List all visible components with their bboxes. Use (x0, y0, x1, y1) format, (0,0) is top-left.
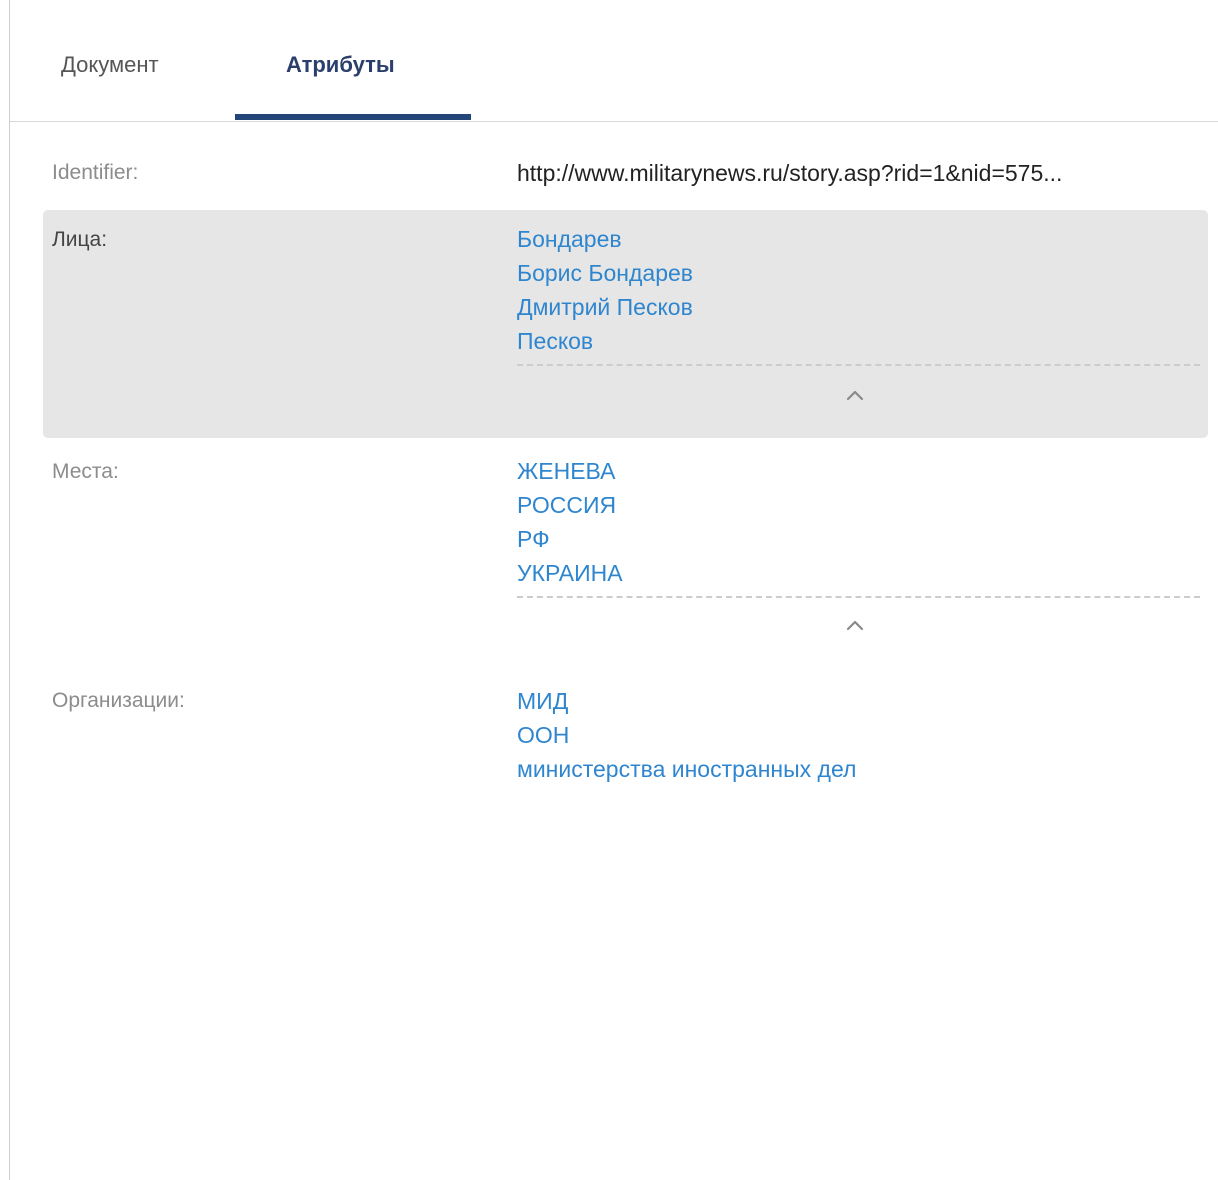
places-label: Места: (52, 460, 119, 483)
active-tab-indicator (235, 114, 471, 120)
organization-link[interactable]: ООН (517, 718, 856, 752)
place-link[interactable]: РОССИЯ (517, 488, 623, 522)
organization-link[interactable]: МИД (517, 684, 856, 718)
person-link[interactable]: Борис Бондарев (517, 256, 693, 290)
tab-bar: Документ Атрибуты (10, 0, 1218, 121)
chevron-up-icon[interactable] (843, 387, 867, 403)
place-link[interactable]: УКРАИНА (517, 556, 623, 590)
organizations-row: Организации: МИД ООН министерства иностр… (43, 680, 1208, 810)
persons-list: Бондарев Борис Бондарев Дмитрий Песков П… (517, 222, 693, 358)
organizations-list: МИД ООН министерства иностранных дел (517, 684, 856, 786)
tab-attributes[interactable]: Атрибуты (286, 52, 395, 78)
persons-row: Лица: Бондарев Борис Бондарев Дмитрий Пе… (43, 210, 1208, 438)
panel-left-border (9, 0, 10, 1180)
identifier-label: Identifier: (52, 161, 139, 184)
persons-divider (517, 364, 1200, 366)
place-link[interactable]: РФ (517, 522, 623, 556)
organization-link[interactable]: министерства иностранных дел (517, 752, 856, 786)
persons-label: Лица: (52, 228, 108, 251)
organizations-label: Организации: (52, 689, 185, 712)
tab-document[interactable]: Документ (61, 52, 159, 78)
tabs-divider (10, 121, 1218, 122)
places-list: ЖЕНЕВА РОССИЯ РФ УКРАИНА (517, 454, 623, 590)
person-link[interactable]: Бондарев (517, 222, 693, 256)
attributes-panel: Документ Атрибуты Identifier: http://www… (0, 0, 1218, 1180)
places-row: Места: ЖЕНЕВА РОССИЯ РФ УКРАИНА (43, 445, 1208, 665)
places-divider (517, 596, 1200, 598)
identifier-value: http://www.militarynews.ru/story.asp?rid… (517, 160, 1063, 186)
chevron-up-icon[interactable] (843, 617, 867, 633)
person-link[interactable]: Дмитрий Песков (517, 290, 693, 324)
person-link[interactable]: Песков (517, 324, 693, 358)
identifier-row: Identifier: http://www.militarynews.ru/s… (43, 155, 1208, 205)
place-link[interactable]: ЖЕНЕВА (517, 454, 623, 488)
